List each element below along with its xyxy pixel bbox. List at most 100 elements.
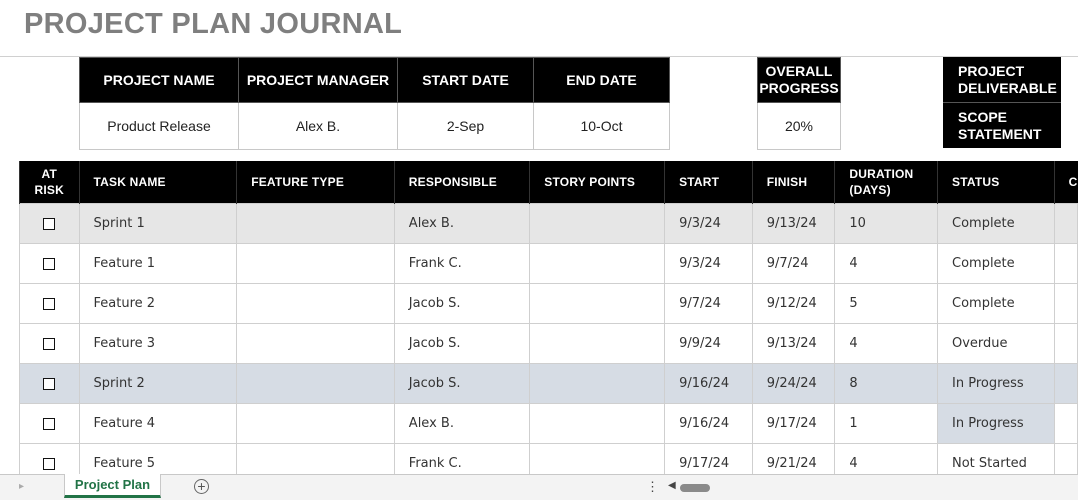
next-column-cell[interactable] <box>1053 243 1078 284</box>
at-risk-header-line1: AT <box>41 167 58 181</box>
at-risk-checkbox[interactable] <box>43 297 56 310</box>
story-points-cell[interactable] <box>529 203 666 244</box>
duration-cell[interactable]: 4 <box>834 243 938 284</box>
overall-progress-label-line2: PROGRESS <box>759 80 839 96</box>
next-column-cell[interactable] <box>1053 403 1078 444</box>
scope-label-line1: SCOPE <box>958 109 1008 125</box>
finish-cell[interactable]: 9/12/24 <box>751 283 836 324</box>
at-risk-checkbox[interactable] <box>43 457 56 470</box>
status-cell[interactable]: Complete <box>937 283 1055 324</box>
story-points-cell[interactable] <box>529 283 666 324</box>
at-risk-cell[interactable] <box>19 203 80 244</box>
scope-statement-label: SCOPE STATEMENT <box>943 102 1061 148</box>
task-name-cell[interactable]: Sprint 1 <box>78 203 238 244</box>
overall-progress-value[interactable]: 20% <box>757 102 841 150</box>
story-points-cell[interactable] <box>529 323 666 364</box>
status-cell[interactable]: Complete <box>937 243 1055 284</box>
at-risk-cell[interactable] <box>19 403 80 444</box>
story-points-cell[interactable] <box>529 403 666 444</box>
at-risk-cell[interactable] <box>19 283 80 324</box>
feature-type-cell[interactable] <box>236 403 395 444</box>
task-name-cell[interactable]: Feature 3 <box>78 323 238 364</box>
next-column-cell[interactable] <box>1053 323 1078 364</box>
sheet-nav-right-icon[interactable]: ▸ <box>19 481 24 492</box>
story-points-cell[interactable] <box>529 243 666 284</box>
sheet-tab-bar: ▸ Project Plan + ⋮ ◀ <box>0 474 1078 500</box>
horizontal-scrollbar-thumb[interactable] <box>680 484 710 492</box>
at-risk-cell[interactable] <box>19 243 80 284</box>
task-name-cell[interactable]: Feature 1 <box>78 243 238 284</box>
finish-cell[interactable]: 9/24/24 <box>751 363 836 404</box>
duration-cell[interactable]: 10 <box>834 203 938 244</box>
sheet-tab-project-plan[interactable]: Project Plan <box>64 474 161 498</box>
status-cell[interactable]: Overdue <box>937 323 1055 364</box>
overall-progress-header: OVERALL PROGRESS <box>757 57 841 103</box>
task-table: AT RISK TASK NAME FEATURE TYPE RESPONSIB… <box>19 161 1078 484</box>
overall-progress-label-line1: OVERALL <box>765 63 833 79</box>
page-title: PROJECT PLAN JOURNAL <box>24 8 403 40</box>
at-risk-header: AT RISK <box>19 161 80 204</box>
table-row: Feature 3 Jacob S. 9/9/24 9/13/24 4 Over… <box>19 323 1078 364</box>
responsible-cell[interactable]: Alex B. <box>393 403 531 444</box>
at-risk-cell[interactable] <box>19 323 80 364</box>
responsible-cell[interactable]: Jacob S. <box>393 363 531 404</box>
at-risk-checkbox[interactable] <box>43 377 56 390</box>
at-risk-checkbox[interactable] <box>43 257 56 270</box>
finish-cell[interactable]: 9/17/24 <box>751 403 836 444</box>
at-risk-checkbox[interactable] <box>43 217 56 230</box>
finish-cell[interactable]: 9/13/24 <box>751 203 836 244</box>
story-points-cell[interactable] <box>529 363 666 404</box>
table-row: Sprint 2 Jacob S. 9/16/24 9/24/24 8 In P… <box>19 363 1078 404</box>
start-cell[interactable]: 9/3/24 <box>664 243 753 284</box>
duration-cell[interactable]: 1 <box>834 403 938 444</box>
at-risk-checkbox[interactable] <box>43 417 56 430</box>
scroll-left-arrow-icon[interactable]: ◀ <box>668 480 676 491</box>
responsible-cell[interactable]: Jacob S. <box>393 283 531 324</box>
table-row: Feature 4 Alex B. 9/16/24 9/17/24 1 In P… <box>19 403 1078 444</box>
start-date-cell[interactable]: 2-Sep <box>397 102 534 150</box>
responsible-cell[interactable]: Frank C. <box>393 243 531 284</box>
overall-progress-block: OVERALL PROGRESS 20% <box>757 57 841 150</box>
next-column-cell[interactable] <box>1053 203 1078 244</box>
task-name-header: TASK NAME <box>78 161 237 204</box>
duration-cell[interactable]: 4 <box>834 323 938 364</box>
project-name-cell[interactable]: Product Release <box>79 102 239 150</box>
status-cell[interactable]: In Progress <box>937 403 1055 444</box>
task-name-cell[interactable]: Feature 2 <box>78 283 238 324</box>
feature-type-cell[interactable] <box>236 363 395 404</box>
status-cell[interactable]: In Progress <box>937 363 1055 404</box>
next-column-header: C <box>1053 161 1078 204</box>
next-column-cell[interactable] <box>1053 283 1078 324</box>
task-name-cell[interactable]: Sprint 2 <box>78 363 238 404</box>
feature-type-cell[interactable] <box>236 243 395 284</box>
next-column-cell[interactable] <box>1053 363 1078 404</box>
start-cell[interactable]: 9/16/24 <box>664 403 753 444</box>
task-name-cell[interactable]: Feature 4 <box>78 403 238 444</box>
duration-cell[interactable]: 5 <box>834 283 938 324</box>
status-header: STATUS <box>937 161 1055 204</box>
finish-cell[interactable]: 9/13/24 <box>751 323 836 364</box>
duration-cell[interactable]: 8 <box>834 363 938 404</box>
feature-type-cell[interactable] <box>236 203 395 244</box>
responsible-header: RESPONSIBLE <box>393 161 530 204</box>
start-cell[interactable]: 9/7/24 <box>664 283 753 324</box>
start-cell[interactable]: 9/16/24 <box>664 363 753 404</box>
feature-type-cell[interactable] <box>236 323 395 364</box>
table-row: Feature 1 Frank C. 9/3/24 9/7/24 4 Compl… <box>19 243 1078 284</box>
task-table-header-row: AT RISK TASK NAME FEATURE TYPE RESPONSIB… <box>19 161 1078 204</box>
status-cell[interactable]: Complete <box>937 203 1055 244</box>
responsible-cell[interactable]: Jacob S. <box>393 323 531 364</box>
more-options-icon[interactable]: ⋮ <box>646 479 659 495</box>
at-risk-cell[interactable] <box>19 363 80 404</box>
project-manager-cell[interactable]: Alex B. <box>238 102 398 150</box>
deliverable-label-line1: PROJECT <box>958 63 1025 79</box>
start-cell[interactable]: 9/3/24 <box>664 203 753 244</box>
start-cell[interactable]: 9/9/24 <box>664 323 753 364</box>
deliverable-block: PROJECT DELIVERABLE SCOPE STATEMENT <box>943 57 1061 148</box>
at-risk-checkbox[interactable] <box>43 337 56 350</box>
finish-cell[interactable]: 9/7/24 <box>751 243 836 284</box>
feature-type-cell[interactable] <box>236 283 395 324</box>
add-sheet-icon[interactable]: + <box>194 479 209 494</box>
responsible-cell[interactable]: Alex B. <box>393 203 531 244</box>
end-date-cell[interactable]: 10-Oct <box>533 102 670 150</box>
